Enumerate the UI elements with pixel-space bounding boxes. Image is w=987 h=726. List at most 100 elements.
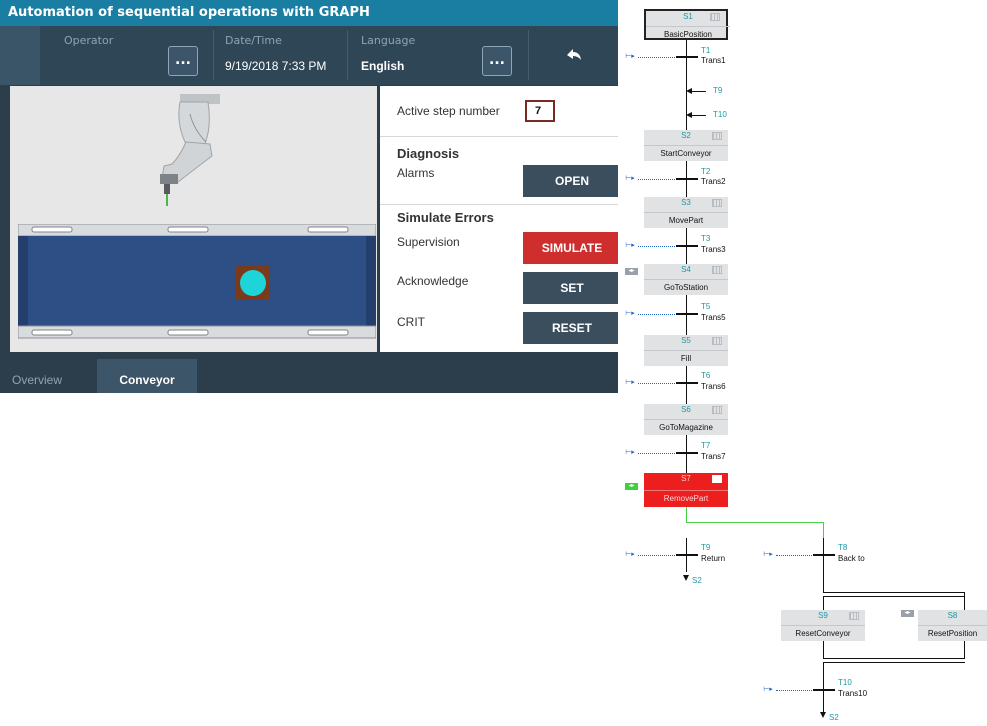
- transition-condition-icon: ⊢▸: [625, 242, 635, 249]
- condition-link: [638, 314, 675, 315]
- transition-condition-icon: ⊢▸: [625, 379, 635, 386]
- transition-name: Trans1: [701, 56, 726, 65]
- interlock-icon: ◂▸: [901, 610, 914, 617]
- crit-label: CRIT: [397, 315, 425, 329]
- step-s8[interactable]: S8 ResetPosition: [918, 610, 987, 641]
- transition-condition-icon: ⊢▸: [763, 686, 773, 693]
- conveyor-belt-icon: [18, 224, 376, 339]
- transition-t10[interactable]: [813, 689, 835, 691]
- sequence-line: [964, 641, 965, 659]
- acknowledge-label: Acknowledge: [397, 274, 469, 288]
- step-name: MovePart: [644, 212, 728, 228]
- transition-t3[interactable]: [676, 245, 698, 247]
- transition-t9[interactable]: [676, 554, 698, 556]
- sequence-line: [964, 592, 965, 610]
- step-s1[interactable]: S1 BasicPosition: [644, 9, 730, 40]
- transition-t1[interactable]: [676, 56, 698, 58]
- header-left-block: [0, 26, 40, 85]
- set-button[interactable]: SET: [523, 272, 618, 304]
- step-s9[interactable]: S9 ResetConveyor: [781, 610, 865, 641]
- transition-name: Trans6: [701, 382, 726, 391]
- transition-number: T8: [838, 543, 848, 552]
- language-value: English: [361, 59, 405, 73]
- header-divider: [213, 30, 214, 80]
- graph-sequence: S1 BasicPosition ⊢▸ T1 Trans1 T9 T10 S2 …: [618, 0, 987, 726]
- step-s2[interactable]: S2 StartConveyor: [644, 130, 728, 161]
- transition-name: Back to: [838, 554, 865, 563]
- window-title: Automation of sequential operations with…: [0, 0, 618, 26]
- condition-link: [776, 690, 812, 691]
- hmi-panel: Automation of sequential operations with…: [0, 0, 618, 393]
- condition-link: [638, 179, 675, 180]
- step-s7[interactable]: S7 RemovePart: [644, 473, 728, 507]
- grid-icon: [849, 612, 859, 620]
- condition-link: [638, 246, 675, 247]
- grid-icon: [712, 406, 722, 414]
- panel-divider: [380, 136, 618, 137]
- operator-more-button[interactable]: ...: [168, 46, 198, 76]
- language-cell: Language English: [361, 34, 471, 80]
- transition-number: T1: [701, 46, 711, 55]
- header-divider: [347, 30, 348, 80]
- transition-condition-icon: ⊢▸: [625, 53, 635, 60]
- transition-name: Trans10: [838, 689, 868, 698]
- transition-t8[interactable]: [813, 554, 835, 556]
- jump-arrow-icon: [683, 575, 689, 581]
- step-name: ResetConveyor: [781, 625, 865, 641]
- step-name: Fill: [644, 350, 728, 366]
- language-more-button[interactable]: ...: [482, 46, 512, 76]
- incoming-jump-t10: T10: [713, 110, 727, 119]
- grid-icon: [710, 13, 720, 21]
- condition-link: [638, 57, 675, 58]
- transition-t6[interactable]: [676, 382, 698, 384]
- jump-target-s2: S2: [692, 576, 702, 585]
- back-arrow-icon: [567, 49, 581, 60]
- jump-target-s2: S2: [829, 713, 839, 722]
- interlock-icon: ◂▸: [625, 268, 638, 275]
- alarms-label: Alarms: [397, 166, 435, 180]
- reset-button[interactable]: RESET: [523, 312, 618, 344]
- transition-t2[interactable]: [676, 178, 698, 180]
- step-name: GoToMagazine: [644, 419, 728, 435]
- datetime-value: 9/19/2018 7:33 PM: [225, 59, 327, 73]
- transition-number: T2: [701, 167, 711, 176]
- simulate-button[interactable]: SIMULATE: [523, 232, 618, 264]
- transition-number: T3: [701, 234, 711, 243]
- condition-link: [638, 453, 675, 454]
- grid-icon: [712, 266, 722, 274]
- transition-condition-icon: ⊢▸: [625, 175, 635, 182]
- transition-condition-icon: ⊢▸: [625, 449, 635, 456]
- datetime-cell: Date/Time 9/19/2018 7:33 PM: [225, 34, 345, 80]
- parallel-branch-line: [823, 596, 965, 597]
- tab-conveyor[interactable]: Conveyor: [97, 359, 197, 393]
- step-s4[interactable]: S4 GoToStation: [644, 264, 728, 295]
- step-number: S8: [947, 611, 958, 620]
- step-s3[interactable]: S3 MovePart: [644, 197, 728, 228]
- open-alarms-button[interactable]: OPEN: [523, 165, 618, 197]
- transition-t7[interactable]: [676, 452, 698, 454]
- transition-number: T6: [701, 371, 711, 380]
- jump-arrow-icon: [686, 88, 692, 94]
- interlock-icon: ◂▸: [625, 483, 638, 490]
- branch-line-active: [686, 522, 824, 523]
- condition-link: [638, 555, 675, 556]
- step-s5[interactable]: S5 Fill: [644, 335, 728, 366]
- diagnosis-heading: Diagnosis: [397, 146, 460, 161]
- sequence-line: [686, 295, 687, 335]
- back-button[interactable]: [530, 30, 618, 80]
- active-step-value: 7: [525, 100, 555, 122]
- transition-condition-icon: ⊢▸: [625, 310, 635, 317]
- step-s6[interactable]: S6 GoToMagazine: [644, 404, 728, 435]
- step-name: ResetPosition: [918, 625, 987, 641]
- transition-condition-icon: ⊢▸: [763, 551, 773, 558]
- transition-t5[interactable]: [676, 313, 698, 315]
- language-label: Language: [361, 34, 416, 47]
- transition-number: T7: [701, 441, 711, 450]
- transition-condition-icon: ⊢▸: [625, 551, 635, 558]
- parallel-join-line: [823, 658, 965, 659]
- step-name: RemovePart: [644, 490, 728, 507]
- grid-icon: [712, 475, 722, 483]
- parallel-branch-line: [823, 592, 965, 593]
- tab-overview[interactable]: Overview: [0, 359, 96, 393]
- sequence-line: [686, 366, 687, 404]
